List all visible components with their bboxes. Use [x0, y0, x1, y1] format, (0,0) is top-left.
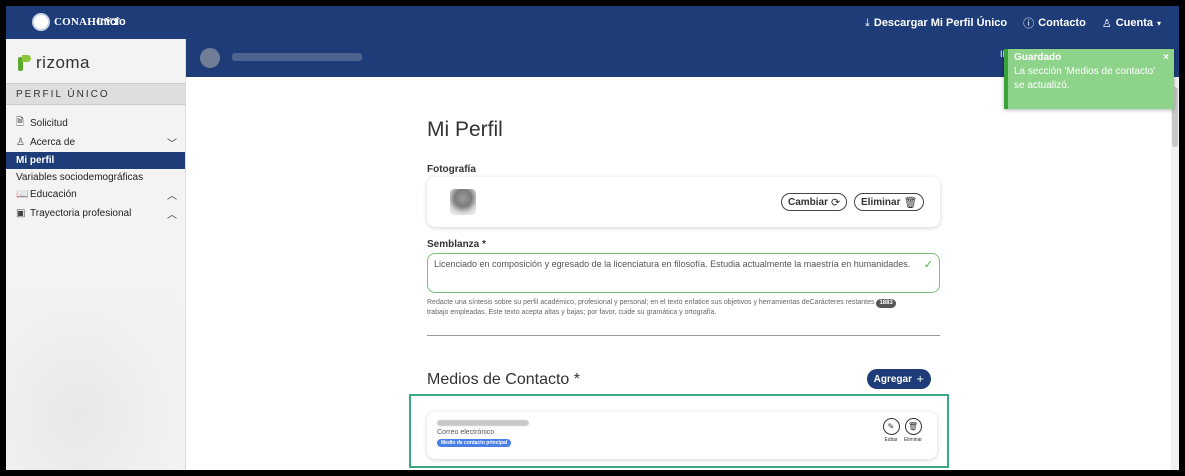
sidebar-item-solicitud[interactable]: 🗎 Solicitud [6, 115, 185, 132]
toast-title: Guardado [1014, 52, 1062, 63]
book-icon: 📖 [16, 189, 29, 200]
sidebar-item-acerca-de[interactable]: ♙ Acerca de ﹀ [6, 134, 185, 151]
sidebar-background-pattern [6, 290, 185, 470]
sidebar-item-label: Mi perfil [16, 155, 55, 166]
close-icon[interactable]: × [1163, 52, 1169, 63]
account-menu[interactable]: ♙ Cuenta ▾ [1102, 15, 1161, 31]
sidebar-item-mi-perfil[interactable]: Mi perfil [6, 152, 185, 169]
download-label: Descargar Mi Perfil Único [873, 17, 1008, 29]
delete-label: Eliminar [903, 437, 923, 443]
profile-photo [450, 189, 476, 215]
caret-down-icon: ▾ [1156, 18, 1161, 28]
sidebar-item-label: Acerca de [30, 137, 76, 148]
pencil-icon: ✎ [882, 418, 900, 435]
download-icon: ⤓ [865, 16, 870, 29]
refresh-icon: ⟳ [831, 195, 841, 209]
add-contact-button[interactable]: Agregar + [867, 369, 931, 389]
primary-contact-badge: Medio de contacto principal [437, 439, 512, 447]
edit-label: Editar [884, 437, 898, 443]
section-divider [427, 335, 940, 336]
sidebar: rizoma PERFIL ÚNICO 🗎 Solicitud ♙ Acerca… [6, 39, 186, 470]
semblanza-value: Licenciado en composición y egresado de … [434, 259, 911, 269]
rizoma-wordmark: rizoma [36, 53, 91, 72]
help-text-line-2: trabajo empleadas. Este texto acepta alt… [427, 309, 717, 316]
success-toast: Guardado La sección 'Medios de contacto'… [1004, 49, 1174, 109]
sidebar-item-trayectoria[interactable]: ▣ Trayectoria profesional ︿ [6, 205, 185, 222]
help-circle-icon: ⓘ [1023, 17, 1035, 30]
toast-message: La sección 'Medios de contacto' se actua… [1014, 66, 1156, 91]
sidebar-item-label: Variables sociodemográficas [16, 172, 144, 183]
user-icon: ♙ [16, 137, 25, 148]
check-icon: ✓ [923, 258, 933, 271]
plus-icon: + [915, 373, 925, 385]
user-icon: ♙ [1101, 16, 1112, 30]
rizoma-mark-icon [16, 55, 32, 71]
badge-icon: ▣ [16, 208, 26, 219]
edit-contact-button[interactable]: ✎ Editar [881, 418, 901, 443]
semblanza-label: Semblanza * [427, 239, 486, 250]
photo-card: Cambiar ⟳ Eliminar 🗑 [427, 177, 940, 227]
delete-contact-button[interactable]: 🗑 Eliminar [903, 418, 923, 443]
contact-email-redacted [437, 420, 529, 426]
top-navbar: CONAHCYT Inicio ⤓ Descargar Mi Perfil Ún… [6, 6, 1179, 39]
sidebar-item-label: Solicitud [30, 118, 68, 129]
app-window: CONAHCYT Inicio ⤓ Descargar Mi Perfil Ún… [6, 6, 1179, 470]
top-actions: ⤓ Descargar Mi Perfil Único ⓘ Contacto ♙… [865, 15, 1161, 31]
user-name-redacted [232, 53, 362, 61]
contact-link[interactable]: ⓘ Contacto [1023, 15, 1086, 31]
seal-icon [32, 13, 50, 31]
sidebar-item-variables[interactable]: Variables sociodemográficas [6, 169, 185, 186]
chevron-up-icon: ︿ [167, 210, 177, 221]
chevron-up-icon: ︿ [167, 191, 177, 202]
help-text-line-1: Redacte una síntesis sobre su perfil aca… [427, 299, 810, 306]
page-title: Mi Perfil [427, 118, 503, 141]
contact-card: Correo electrónico Medio de contacto pri… [427, 412, 937, 459]
sidebar-item-label: Educación [30, 189, 77, 200]
document-icon: 🗎 [16, 117, 25, 128]
trash-icon: 🗑 [904, 418, 922, 435]
contact-label: Contacto [1038, 17, 1086, 29]
photo-label: Fotografía [427, 164, 476, 175]
add-contact-label: Agregar [873, 373, 912, 385]
nav-inicio-link[interactable]: Inicio [97, 16, 126, 28]
character-count-badge: 1883 [876, 299, 896, 308]
trash-icon: 🗑 [903, 195, 918, 209]
rizoma-logo[interactable]: rizoma [16, 53, 90, 73]
sidebar-item-educacion[interactable]: 📖 Educación ︿ [6, 186, 185, 203]
contact-type: Correo electrónico [437, 429, 495, 436]
remaining-characters-label: Carácteres restantes [809, 299, 875, 306]
delete-photo-button[interactable]: Eliminar 🗑 [854, 193, 925, 211]
chevron-down-icon: ﹀ [167, 139, 177, 150]
sidebar-section-title: PERFIL ÚNICO [6, 83, 185, 105]
semblanza-help-text: Redacte una síntesis sobre su perfil aca… [427, 298, 947, 317]
avatar [200, 48, 220, 68]
change-photo-label: Cambiar [788, 196, 829, 208]
delete-photo-label: Eliminar [861, 196, 901, 208]
contact-section-title: Medios de Contacto * [427, 371, 580, 388]
sidebar-item-label: Trayectoria profesional [30, 208, 132, 219]
semblanza-textarea[interactable]: Licenciado en composición y egresado de … [427, 253, 940, 293]
page-scrollbar[interactable] [1171, 77, 1179, 470]
download-profile-link[interactable]: ⤓ Descargar Mi Perfil Único [865, 15, 1007, 31]
change-photo-button[interactable]: Cambiar ⟳ [781, 193, 848, 211]
account-label: Cuenta [1115, 17, 1153, 29]
